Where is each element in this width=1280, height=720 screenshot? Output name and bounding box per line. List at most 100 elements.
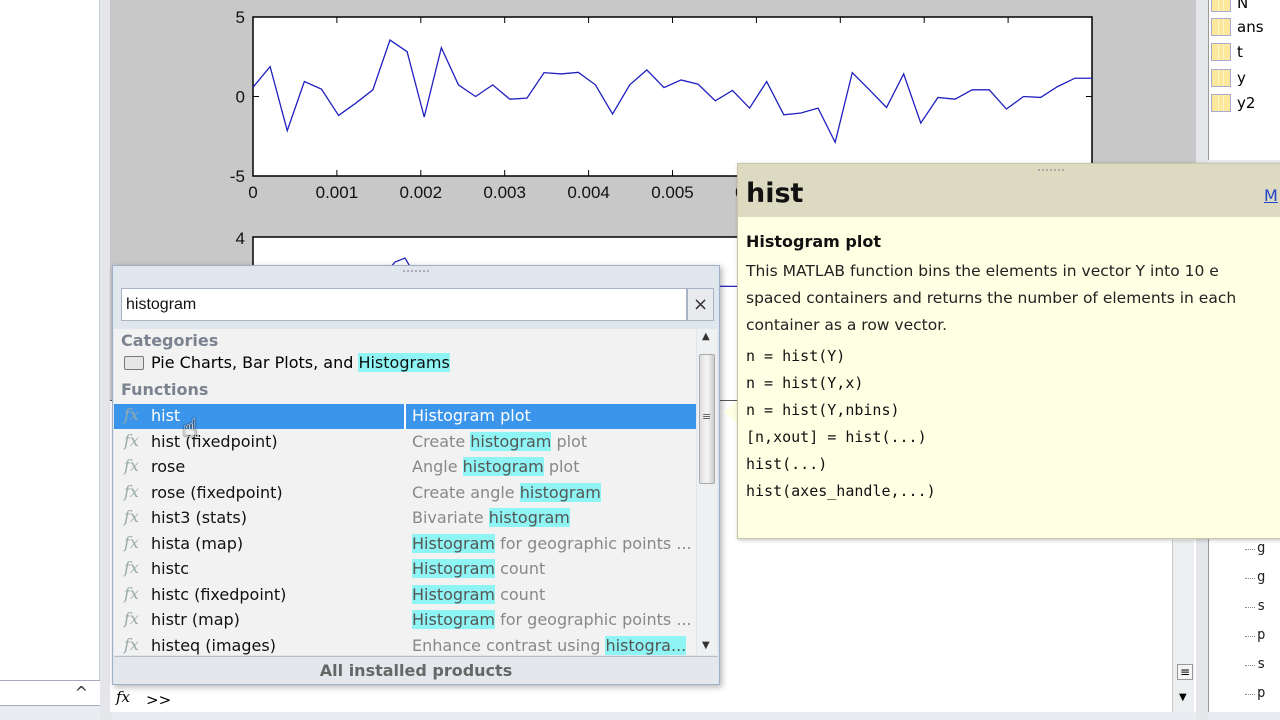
- function-icon: fx: [124, 558, 139, 577]
- command-window-scrollbar[interactable]: ≡ ▼: [1172, 540, 1194, 712]
- matrix-icon: [1211, 0, 1231, 12]
- syntax-line: n = hist(Y): [746, 347, 846, 365]
- scroll-down-icon[interactable]: ▼: [702, 640, 710, 651]
- tooltip-header: hist M: [738, 164, 1280, 217]
- tree-item[interactable]: s: [1244, 598, 1265, 614]
- scroll-up-icon[interactable]: ▲: [702, 331, 710, 342]
- function-name: histc (fixedpoint): [151, 584, 287, 604]
- syntax-line: n = hist(Y,nbins): [746, 401, 900, 419]
- tooltip-description: This MATLAB function bins the elements i…: [746, 262, 1237, 334]
- function-icon: fx: [124, 634, 139, 654]
- result-row[interactable]: fx hist Histogram plot: [114, 404, 696, 429]
- function-icon: fx: [124, 481, 139, 501]
- function-name: hist3 (stats): [151, 508, 247, 527]
- tree-item[interactable]: s: [1244, 656, 1265, 672]
- function-name: rose: [151, 457, 186, 476]
- function-icon: fx: [124, 456, 139, 475]
- tree-item[interactable]: g: [1244, 540, 1265, 556]
- results-list: Categories Pie Charts, Bar Plots, and Hi…: [114, 329, 696, 655]
- product-filter[interactable]: All installed products: [114, 656, 718, 684]
- y-tick-label: 0: [236, 88, 245, 107]
- function-name: histc: [151, 559, 189, 578]
- resize-grip[interactable]: [403, 270, 429, 274]
- function-name: rose (fixedpoint): [151, 482, 283, 502]
- result-row[interactable]: fx histc Histogram count: [114, 557, 696, 582]
- x-tick-label: 0: [248, 183, 257, 202]
- matrix-icon: [1211, 18, 1231, 36]
- function-description: Histogram for geographic points ...: [412, 610, 692, 629]
- function-description: Bivariate histogram: [412, 508, 570, 527]
- workspace-variable[interactable]: y: [1211, 67, 1246, 89]
- function-browser-icon[interactable]: fx: [116, 688, 130, 706]
- function-icon: fx: [124, 430, 139, 450]
- scroll-thumb[interactable]: ≡: [1177, 664, 1194, 680]
- tooltip-pointer: [724, 400, 738, 424]
- result-row[interactable]: fx histc (fixedpoint) Histogram count: [114, 583, 696, 608]
- result-row[interactable]: fx hista (map) Histogram for geographic po…: [114, 532, 696, 557]
- function-icon: fx: [124, 609, 139, 628]
- current-folder-panel: [0, 0, 100, 680]
- workspace-variable[interactable]: ans: [1211, 16, 1264, 38]
- more-help-link[interactable]: M: [1264, 186, 1278, 205]
- clear-search-button[interactable]: ×: [687, 288, 714, 321]
- function-icon: fx: [124, 405, 139, 424]
- section-header-functions: Functions: [121, 380, 209, 399]
- result-row[interactable]: fx histeq (images) Enhance contrast using …: [114, 634, 696, 656]
- command-prompt: >>: [146, 691, 172, 709]
- workspace-variable[interactable]: N: [1211, 0, 1248, 14]
- function-description: Histogram count: [412, 584, 546, 604]
- scroll-down-icon[interactable]: ▼: [1179, 692, 1187, 703]
- function-description: Create angle histogram: [412, 482, 601, 502]
- workspace-panel: N ans t y y2: [1208, 0, 1280, 160]
- tree-item[interactable]: p: [1244, 627, 1265, 643]
- function-help-tooltip: hist M Histogram plot This MATLAB functi…: [737, 163, 1280, 539]
- function-search-popup: × Categories Pie Charts, Bar Plots, and …: [112, 265, 720, 685]
- function-name: histr (map): [151, 610, 240, 629]
- result-row[interactable]: fx hist3 (stats) Bivariate histogram: [114, 506, 696, 531]
- results-scrollbar[interactable]: ▲ ≡ ▼: [697, 329, 717, 655]
- matrix-icon: [1211, 69, 1231, 87]
- workspace-variable[interactable]: t: [1211, 41, 1243, 63]
- syntax-line: [n,xout] = hist(...): [746, 428, 927, 446]
- function-description: Histogram plot: [412, 406, 531, 425]
- tree-item[interactable]: g: [1244, 569, 1265, 585]
- x-tick-label: 0.002: [400, 183, 443, 202]
- tooltip-title: hist: [746, 178, 804, 209]
- function-name: hist (fixedpoint): [151, 431, 278, 451]
- matrix-icon: [1211, 94, 1231, 112]
- function-icon: fx: [124, 507, 139, 526]
- search-input[interactable]: [121, 288, 687, 321]
- tree-panel: g g s p s p: [1208, 538, 1280, 712]
- syntax-line: hist(...): [746, 455, 828, 473]
- tree-item[interactable]: p: [1244, 685, 1265, 701]
- axes-box: [252, 16, 1093, 177]
- result-row[interactable]: fx rose Angle histogram plot: [114, 455, 696, 480]
- command-line[interactable]: fx >>: [110, 686, 1196, 712]
- details-toggle-bar[interactable]: ^: [0, 680, 100, 706]
- function-description: Create histogram plot: [412, 431, 588, 451]
- folder-icon: [124, 356, 144, 370]
- syntax-line: hist(axes_handle,...): [746, 482, 936, 500]
- result-row[interactable]: fx rose (fixedpoint) Create angle histogra…: [114, 481, 696, 506]
- function-description: Enhance contrast using histogra...: [412, 635, 687, 655]
- result-row[interactable]: fx hist (fixedpoint) Create histogram plot: [114, 430, 696, 455]
- function-description: Histogram for geographic points ...: [412, 533, 692, 553]
- function-name: hist: [151, 406, 181, 425]
- second-axes-y-label: 4: [236, 229, 245, 248]
- category-item[interactable]: Pie Charts, Bar Plots, and Histograms: [114, 351, 696, 375]
- hand-cursor-icon: ☝: [182, 414, 198, 444]
- scroll-thumb[interactable]: ≡: [699, 354, 715, 484]
- function-description: Histogram count: [412, 559, 546, 578]
- function-description: Angle histogram plot: [412, 457, 580, 476]
- function-icon: fx: [124, 583, 139, 603]
- x-tick-label: 0.005: [651, 183, 694, 202]
- y-tick-label: -5: [230, 167, 245, 186]
- result-row[interactable]: fx histr (map) Histogram for geographic po…: [114, 608, 696, 633]
- resize-grip[interactable]: [1038, 169, 1064, 171]
- matrix-icon: [1211, 43, 1231, 61]
- x-tick-label: 0.004: [567, 183, 610, 202]
- x-tick-label: 0.003: [483, 183, 526, 202]
- workspace-variable[interactable]: y2: [1211, 92, 1255, 114]
- chevron-up-icon[interactable]: ^: [75, 683, 88, 702]
- section-header-categories: Categories: [121, 331, 219, 350]
